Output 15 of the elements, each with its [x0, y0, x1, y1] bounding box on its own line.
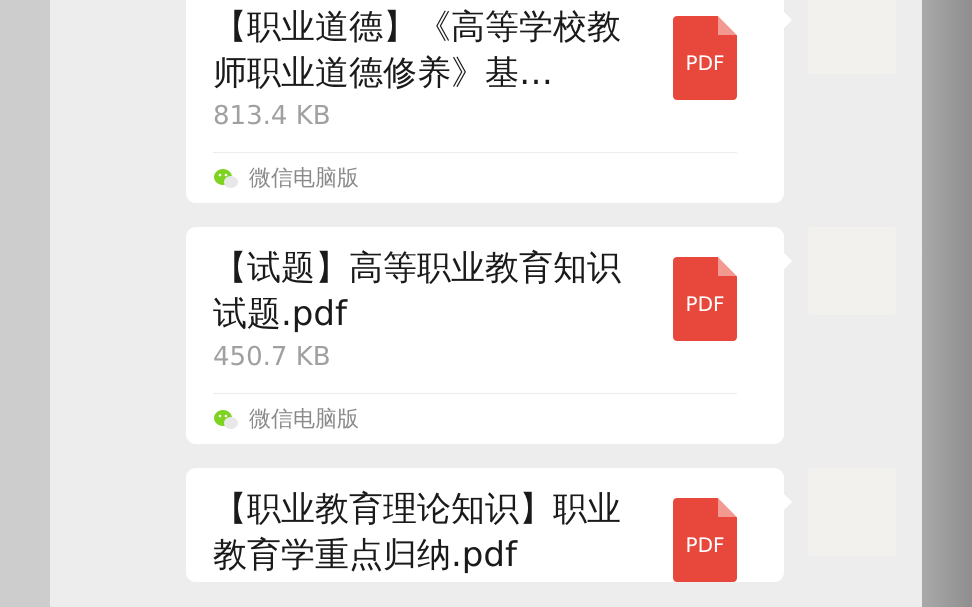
file-message-bubble[interactable]: 【职业道德】《高等学校教师职业道德修养》基… 813.4 KB PDF 微信电脑版	[186, 0, 784, 203]
file-size: 813.4 KB	[213, 100, 332, 133]
file-name: 【职业道德】《高等学校教师职业道德修养》基…	[213, 6, 622, 95]
file-message-bubble[interactable]: 【职业教育理论知识】职业教育学重点归纳.pdf PDF	[186, 468, 784, 582]
file-name: 【试题】高等职业教育知识试题.pdf	[213, 247, 622, 336]
file-message-bubble[interactable]: 【试题】高等职业教育知识试题.pdf 450.7 KB PDF 微信电脑版	[186, 227, 784, 444]
chat-bubbles-icon	[213, 168, 239, 188]
pdf-file-icon: PDF	[673, 257, 737, 341]
chat-bubbles-icon	[213, 409, 239, 429]
source-label: 微信电脑版	[249, 406, 359, 434]
pdf-file-icon: PDF	[673, 16, 737, 100]
pdf-file-icon: PDF	[673, 498, 737, 582]
source-label: 微信电脑版	[249, 165, 359, 193]
file-size: 450.7 KB	[213, 341, 332, 374]
file-name: 【职业教育理论知识】职业教育学重点归纳.pdf	[213, 488, 622, 577]
